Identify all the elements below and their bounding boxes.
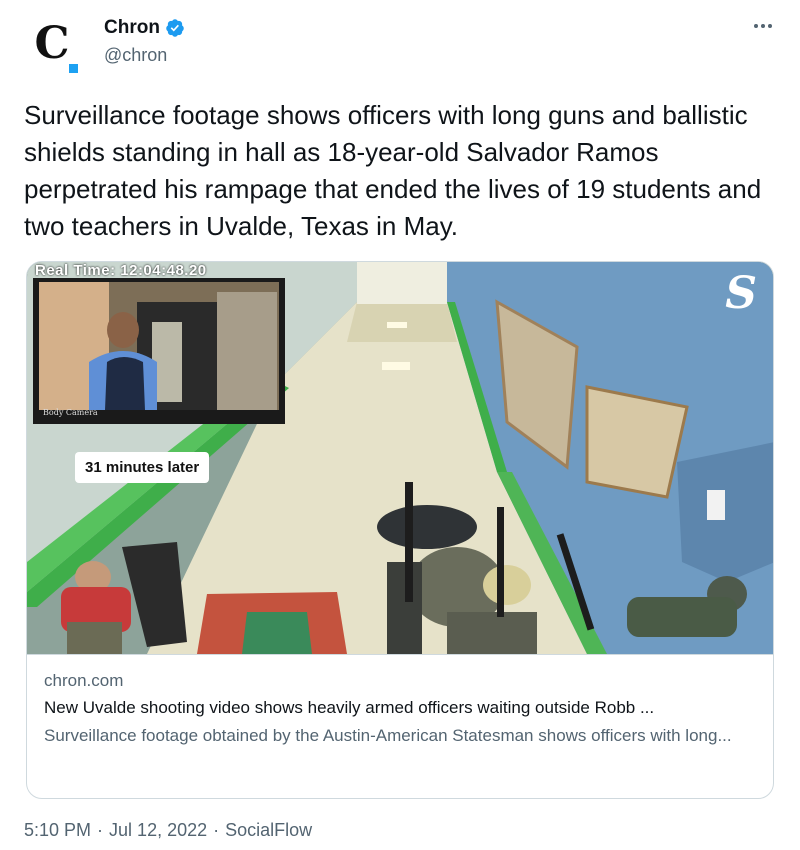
tweet-time[interactable]: 5:10 PM bbox=[24, 820, 91, 841]
more-options-icon-dot bbox=[761, 24, 765, 28]
card-description: Surveillance footage obtained by the Aus… bbox=[44, 726, 732, 745]
avatar-logo: C bbox=[34, 18, 69, 69]
display-name[interactable]: Chron bbox=[104, 17, 160, 39]
avatar-logo-dot bbox=[69, 64, 78, 73]
card-meta[interactable]: chron.com New Uvalde shooting video show… bbox=[27, 654, 773, 798]
video-timestamp-overlay: Real Time: 12:04:48.20 bbox=[35, 262, 207, 279]
inset-footer: Body Camera bbox=[43, 408, 283, 422]
card-title[interactable]: New Uvalde shooting video shows heavily … bbox=[44, 698, 760, 718]
verified-badge-icon bbox=[166, 19, 184, 37]
separator: · bbox=[97, 820, 104, 840]
more-options-button[interactable] bbox=[750, 16, 776, 36]
card-domain: chron.com bbox=[44, 671, 124, 690]
card-media-image[interactable]: Real Time: 12:04:48.20 Body Camera 31 mi… bbox=[27, 262, 773, 654]
author-handle[interactable]: @chron bbox=[104, 45, 167, 66]
tweet-text: Surveillance footage shows officers with… bbox=[24, 100, 762, 241]
tweet-timestamp-row: 5:10 PM · Jul 12, 2022 · SocialFlow bbox=[24, 820, 312, 841]
inset-label: Body Camera bbox=[43, 408, 98, 417]
tweet-date[interactable]: Jul 12, 2022 bbox=[109, 820, 207, 841]
more-options-icon bbox=[754, 24, 758, 28]
video-caption-badge: 31 minutes later bbox=[75, 452, 210, 483]
more-options-icon-dot bbox=[768, 24, 772, 28]
tweet-source[interactable]: SocialFlow bbox=[225, 820, 312, 841]
statesman-logo: S bbox=[725, 268, 757, 319]
author-name-row: Chron bbox=[104, 17, 185, 39]
separator: · bbox=[213, 820, 220, 840]
link-card[interactable]: Real Time: 12:04:48.20 Body Camera 31 mi… bbox=[26, 261, 774, 799]
avatar[interactable]: C bbox=[24, 14, 84, 74]
tweet: C Chron @chron Surveillance footage show… bbox=[0, 0, 800, 850]
